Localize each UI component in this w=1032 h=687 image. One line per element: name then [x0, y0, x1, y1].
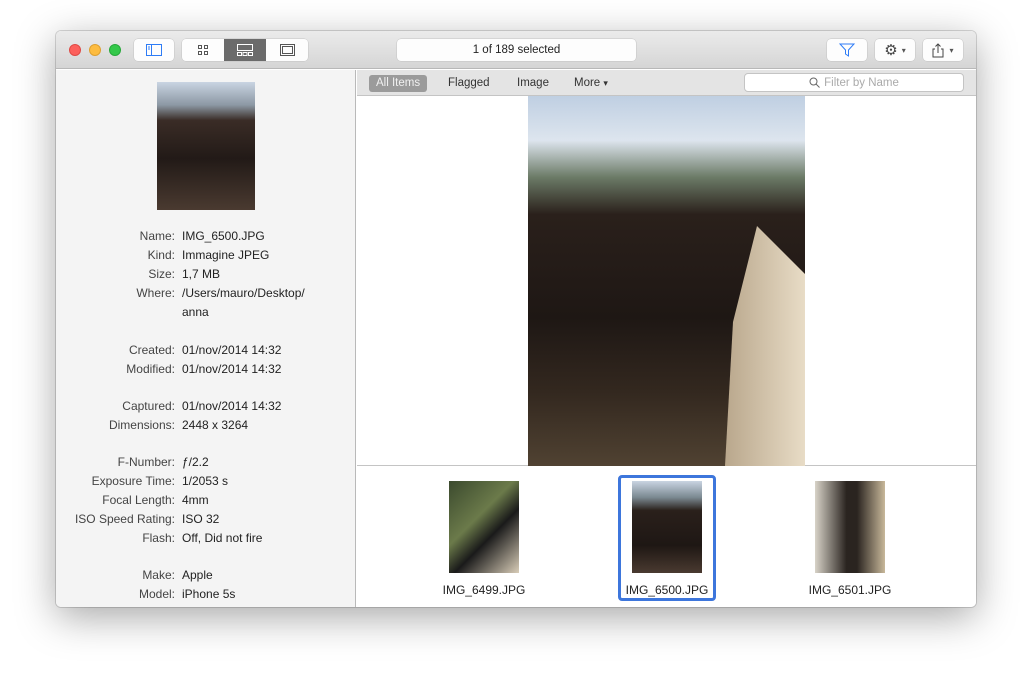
- thumbnail-label: IMG_6501.JPG: [808, 583, 892, 597]
- info-label: Modified:: [126, 362, 175, 376]
- info-row: F-Number: ƒ/2.2: [56, 453, 355, 472]
- info-row: ISO Speed Rating: ISO 32: [56, 510, 355, 529]
- info-row: Model: iPhone 5s: [56, 585, 355, 604]
- grid-view-icon: [198, 45, 208, 55]
- info-value: iPhone 5s back camera: [182, 604, 332, 607]
- close-button[interactable]: [69, 44, 81, 56]
- info-value: 4mm: [182, 493, 209, 507]
- info-value: 1,7 MB: [182, 267, 221, 281]
- info-value: 01/nov/2014 14:32: [182, 399, 282, 413]
- info-row: Name: IMG_6500.JPG: [56, 227, 355, 246]
- grid-view-button[interactable]: [182, 39, 224, 61]
- info-value: 1/2053 s: [182, 474, 229, 488]
- info-row: Kind: Immagine JPEG: [56, 246, 355, 265]
- info-value: ISO 32: [182, 512, 220, 526]
- filmstrip-view-button[interactable]: [224, 39, 266, 61]
- search-icon: [809, 77, 820, 88]
- info-label: Size:: [148, 267, 175, 281]
- chevron-down-icon: ▾: [949, 45, 954, 55]
- info-label: Captured:: [122, 399, 175, 413]
- sidebar-toggle-icon: [146, 44, 162, 56]
- info-row: Created: 01/nov/2014 14:32: [56, 341, 355, 360]
- info-label: Lens:: [56, 604, 182, 607]
- info-value: 01/nov/2014 14:32: [182, 343, 282, 357]
- fullsize-view-button[interactable]: [266, 39, 308, 61]
- info-label: Model:: [138, 587, 175, 601]
- search-placeholder: Filter by Name: [824, 76, 899, 89]
- info-label: Created:: [128, 343, 175, 357]
- info-label: Make:: [142, 568, 175, 582]
- share-button[interactable]: ▾: [923, 39, 963, 61]
- info-row: Make: Apple: [56, 566, 355, 585]
- info-row: Lens:iPhone 5s back camera: [56, 604, 355, 607]
- info-label: ISO Speed Rating:: [74, 512, 175, 526]
- thumbnail-item-selected[interactable]: IMG_6500.JPG: [618, 475, 716, 601]
- tab-more-label: More: [574, 77, 601, 89]
- thumbnail-item[interactable]: IMG_6501.JPG: [801, 475, 899, 601]
- zoom-button[interactable]: [109, 44, 121, 56]
- info-label: Exposure Time:: [91, 474, 175, 488]
- info-row: Focal Length: 4mm: [56, 491, 355, 510]
- fullsize-view-icon: [279, 44, 295, 56]
- info-value: /Users/mauro/Desktop/ anna: [182, 286, 305, 319]
- gear-icon: ⚙: [884, 42, 898, 59]
- info-value: iPhone 5s: [182, 587, 236, 601]
- selection-status: 1 of 189 selected: [397, 39, 636, 61]
- info-label: Dimensions:: [108, 418, 175, 432]
- info-label: Focal Length:: [102, 493, 175, 507]
- share-icon: [932, 42, 944, 57]
- thumbnail-label: IMG_6500.JPG: [625, 583, 709, 597]
- info-value: 2448 x 3264: [182, 418, 249, 432]
- chevron-down-icon: ▾: [901, 45, 906, 55]
- filter-search-input[interactable]: Filter by Name: [744, 73, 964, 92]
- minimize-button[interactable]: [89, 44, 101, 56]
- thumbnail-strip: IMG_6499.JPG IMG_6500.JPG IMG_6501.JPG: [357, 467, 976, 607]
- image-preview: [357, 96, 976, 466]
- tab-all-items[interactable]: All Items: [369, 75, 428, 92]
- tab-more[interactable]: More ▾: [567, 75, 615, 92]
- info-label: Flash:: [142, 531, 175, 545]
- info-row: Captured: 01/nov/2014 14:32: [56, 397, 355, 416]
- info-label: Name:: [139, 229, 175, 243]
- filmstrip-view-icon: [237, 44, 253, 56]
- info-row: Dimensions: 2448 x 3264: [56, 416, 355, 435]
- preview-window: 1 of 189 selected ⚙ ▾ ▾ Name: IMG_6500.JP…: [56, 31, 976, 607]
- info-row: Flash: Off, Did not fire: [56, 529, 355, 548]
- info-label: Where:: [136, 286, 175, 300]
- info-label: Kind:: [147, 248, 175, 262]
- info-value: Immagine JPEG: [182, 248, 270, 262]
- info-value: ƒ/2.2: [182, 455, 209, 469]
- filter-icon: [839, 43, 855, 57]
- info-label: F-Number:: [117, 455, 175, 469]
- thumbnail-item[interactable]: IMG_6499.JPG: [435, 475, 533, 601]
- info-row: Exposure Time: 1/2053 s: [56, 472, 355, 491]
- title-bar: 1 of 189 selected ⚙ ▾ ▾: [56, 31, 976, 69]
- filter-tabs: All Items Flagged Image More ▾ Filter by…: [357, 70, 976, 96]
- tab-image[interactable]: Image: [510, 75, 556, 92]
- info-value: IMG_6500.JPG: [182, 229, 265, 243]
- filter-button[interactable]: [827, 39, 867, 61]
- info-value: 01/nov/2014 14:32: [182, 362, 282, 376]
- info-value: Off, Did not fire: [182, 531, 263, 545]
- sidebar-toggle-button[interactable]: [134, 39, 174, 61]
- inspector-sidebar: Name: IMG_6500.JPG Kind: Immagine JPEG Size:…: [56, 70, 356, 607]
- preview-image: [528, 96, 805, 466]
- info-row: Size: 1,7 MB: [56, 265, 355, 284]
- selected-image-thumbnail: [157, 82, 255, 210]
- info-row: Where: /Users/mauro/Desktop/ anna: [56, 284, 355, 322]
- thumbnail-label: IMG_6499.JPG: [442, 583, 526, 597]
- view-mode-control: [182, 39, 308, 61]
- info-value: Apple: [182, 568, 213, 582]
- chevron-down-icon: ▾: [603, 78, 608, 88]
- tab-flagged[interactable]: Flagged: [441, 75, 497, 92]
- info-row: Modified: 01/nov/2014 14:32: [56, 360, 355, 379]
- action-menu-button[interactable]: ⚙ ▾: [875, 39, 915, 61]
